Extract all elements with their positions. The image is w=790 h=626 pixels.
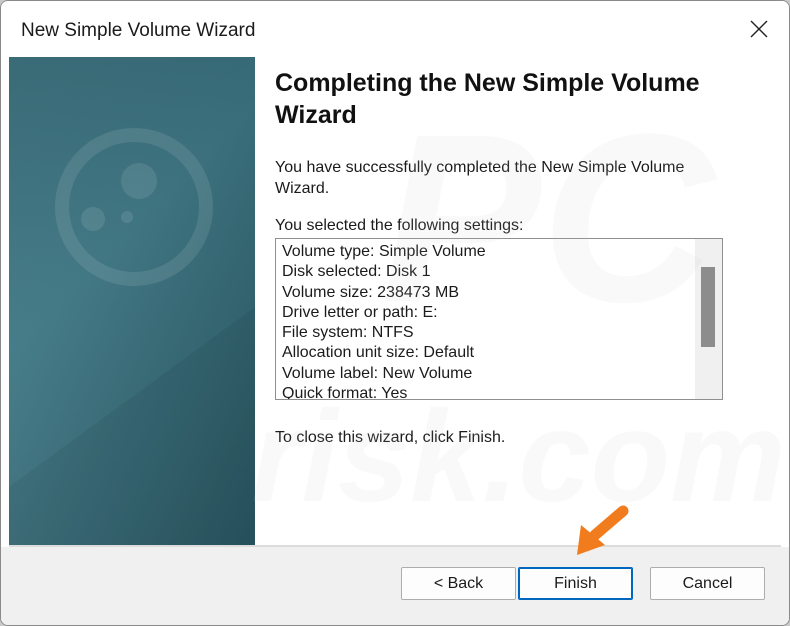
list-item: Quick format: Yes [282, 385, 408, 400]
list-item: Allocation unit size: Default [282, 344, 475, 362]
list-item: File system: NTFS [282, 324, 414, 342]
banner-graphic [9, 128, 255, 545]
button-bar: < Back Finish Cancel [1, 547, 789, 625]
close-icon [750, 20, 768, 38]
settings-label: You selected the following settings: [275, 217, 524, 234]
title-bar: New Simple Volume Wizard [1, 1, 789, 57]
window-title: New Simple Volume Wizard [21, 20, 256, 41]
list-item: Disk selected: Disk 1 [282, 263, 431, 281]
settings-list: Volume type: Simple Volume Disk selected… [282, 242, 692, 400]
scrollbar-thumb[interactable] [701, 267, 715, 347]
cancel-button[interactable]: Cancel [650, 567, 765, 600]
finish-button[interactable]: Finish [518, 567, 633, 600]
close-button[interactable] [739, 11, 779, 47]
settings-listbox[interactable]: Volume type: Simple Volume Disk selected… [275, 238, 723, 400]
list-item: Volume size: 238473 MB [282, 283, 459, 301]
back-button[interactable]: < Back [401, 567, 516, 600]
list-item: Volume label: New Volume [282, 364, 473, 382]
success-message: You have successfully completed the New … [275, 159, 685, 197]
wizard-banner-image [9, 57, 255, 545]
vertical-scrollbar[interactable] [695, 239, 722, 399]
close-instruction: To close this wizard, click Finish. [275, 429, 506, 446]
wizard-window: New Simple Volume Wizard Completing the … [0, 0, 790, 626]
page-title: Completing the New Simple Volume Wizard [275, 69, 700, 129]
list-item: Volume type: Simple Volume [282, 243, 486, 260]
wizard-content: Completing the New Simple Volume Wizard … [255, 57, 781, 545]
list-item: Drive letter or path: E: [282, 303, 438, 321]
